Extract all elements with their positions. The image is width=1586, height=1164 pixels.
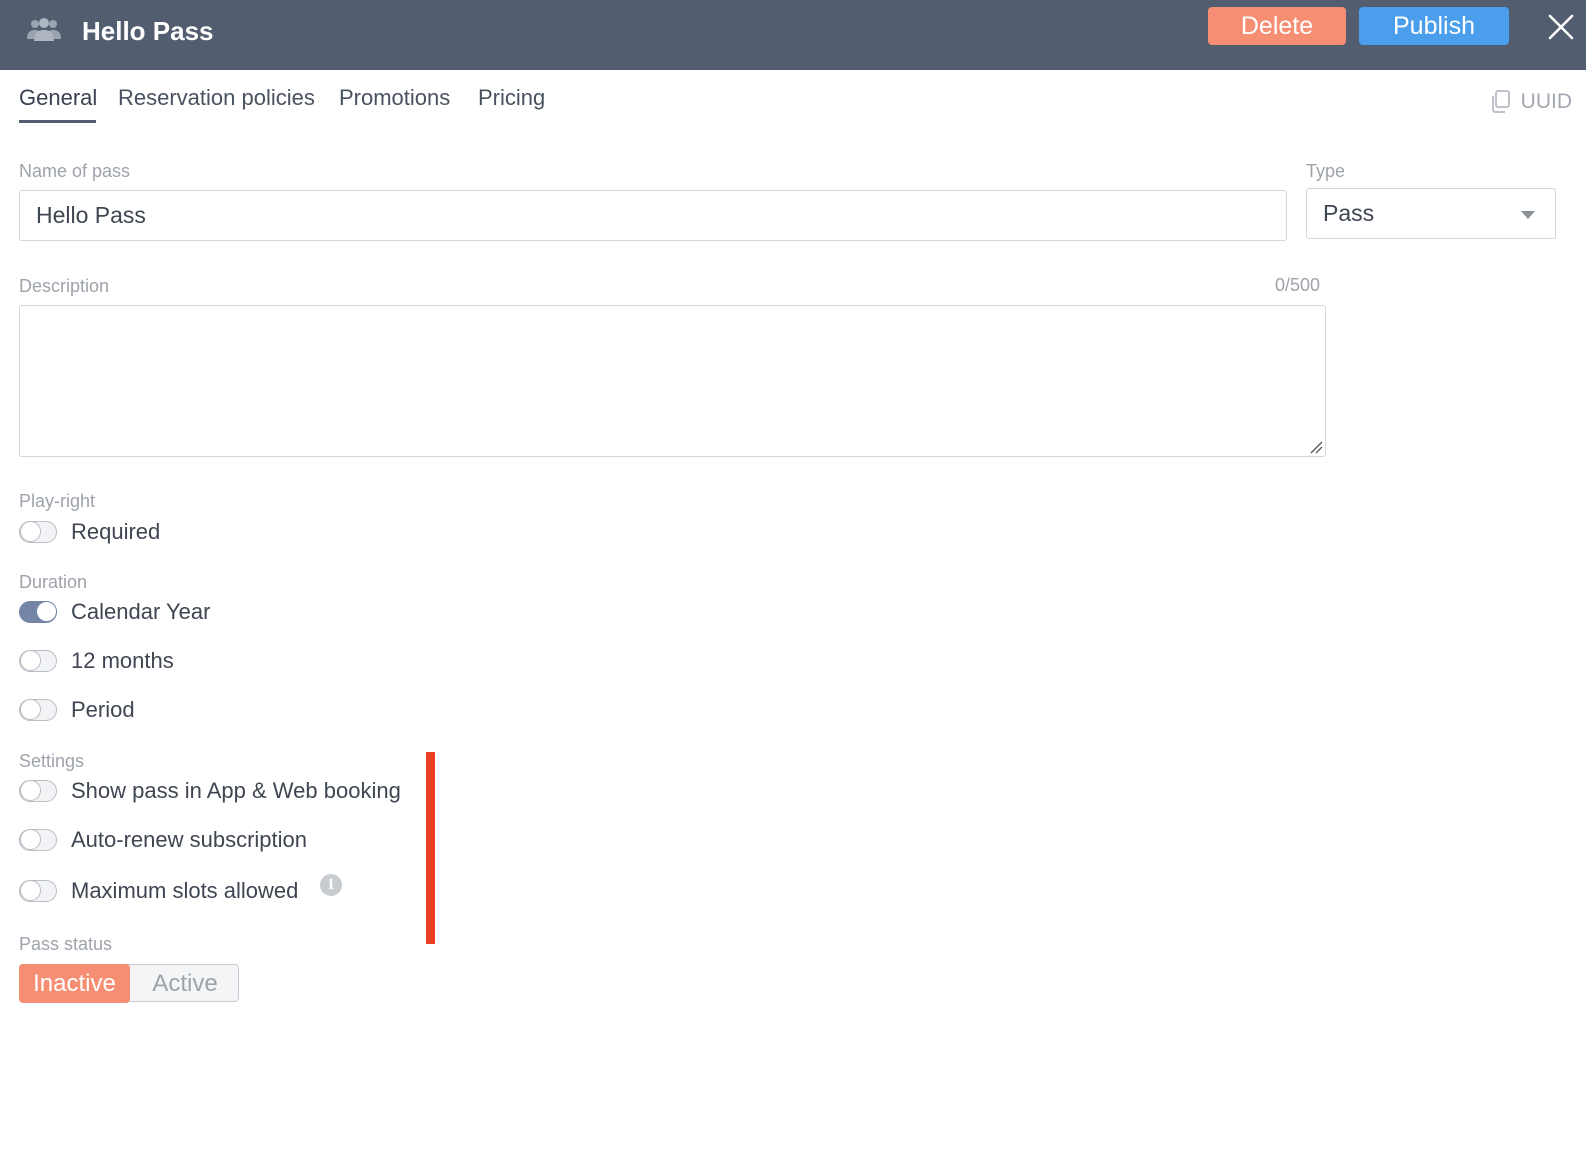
- people-icon: [27, 18, 61, 41]
- toggle-label: Show pass in App & Web booking: [71, 778, 401, 803]
- status-active-button[interactable]: Active: [130, 965, 240, 1002]
- tab-promotions[interactable]: Promotions: [339, 84, 450, 112]
- type-select[interactable]: Pass: [1306, 188, 1556, 239]
- toggle-label: Period: [71, 697, 135, 722]
- tab-reservation-policies[interactable]: Reservation policies: [118, 84, 315, 112]
- toggle-label: Calendar Year: [71, 599, 211, 624]
- tab-general[interactable]: General: [19, 84, 97, 112]
- uuid-label: UUID: [1520, 90, 1572, 113]
- description-label: Description: [19, 276, 110, 296]
- pass-status-label: Pass status: [19, 934, 113, 954]
- toggle-show-pass[interactable]: Show pass in App & Web booking: [19, 777, 401, 805]
- uuid-copy-button[interactable]: UUID: [1489, 90, 1572, 114]
- toggle-auto-renew[interactable]: Auto-renew subscription: [19, 826, 307, 854]
- settings-label: Settings: [19, 751, 85, 771]
- delete-button[interactable]: Delete: [1208, 7, 1346, 45]
- name-of-pass-value: Hello Pass: [36, 202, 146, 228]
- close-icon[interactable]: [1548, 14, 1574, 40]
- copy-icon: [1491, 90, 1510, 113]
- pass-status-segmented-control: Active Inactive: [19, 964, 240, 1003]
- status-inactive-button[interactable]: Inactive: [19, 964, 130, 1003]
- toggle-switch[interactable]: [19, 601, 57, 623]
- toggle-switch[interactable]: [19, 650, 57, 672]
- active-tab-indicator: [19, 120, 96, 123]
- header-bar: Hello Pass Delete Publish: [0, 0, 1586, 70]
- toggle-required[interactable]: Required: [19, 518, 160, 546]
- toggle-switch[interactable]: [19, 521, 57, 543]
- page-title: Hello Pass: [82, 16, 214, 46]
- toggle-switch[interactable]: [19, 880, 57, 902]
- description-counter: 0/500: [1275, 275, 1321, 295]
- resize-handle-icon[interactable]: [1307, 438, 1323, 454]
- toggle-label: Required: [71, 519, 161, 544]
- duration-label: Duration: [19, 572, 88, 592]
- description-textarea[interactable]: [19, 305, 1326, 457]
- toggle-label: 12 months: [71, 648, 174, 673]
- publish-button[interactable]: Publish: [1359, 7, 1509, 45]
- play-right-label: Play-right: [19, 491, 96, 511]
- tab-pricing[interactable]: Pricing: [478, 84, 545, 112]
- toggle-switch[interactable]: [19, 699, 57, 721]
- toggle-switch[interactable]: [19, 829, 57, 851]
- type-label: Type: [1306, 161, 1346, 181]
- annotation-marker: [426, 752, 435, 944]
- name-of-pass-input[interactable]: Hello Pass: [19, 190, 1287, 241]
- toggle-max-slots[interactable]: Maximum slots allowed: [19, 877, 298, 905]
- info-icon[interactable]: i: [320, 874, 342, 896]
- toggle-switch[interactable]: [19, 780, 57, 802]
- toggle-label: Maximum slots allowed: [71, 878, 299, 903]
- type-value: Pass: [1323, 200, 1375, 226]
- toggle-label: Auto-renew subscription: [71, 827, 308, 852]
- toggle-period[interactable]: Period: [19, 696, 135, 724]
- toggle-12-months[interactable]: 12 months: [19, 647, 174, 675]
- chevron-down-icon: [1521, 211, 1535, 219]
- name-of-pass-label: Name of pass: [19, 161, 131, 181]
- toggle-calendar-year[interactable]: Calendar Year: [19, 598, 210, 626]
